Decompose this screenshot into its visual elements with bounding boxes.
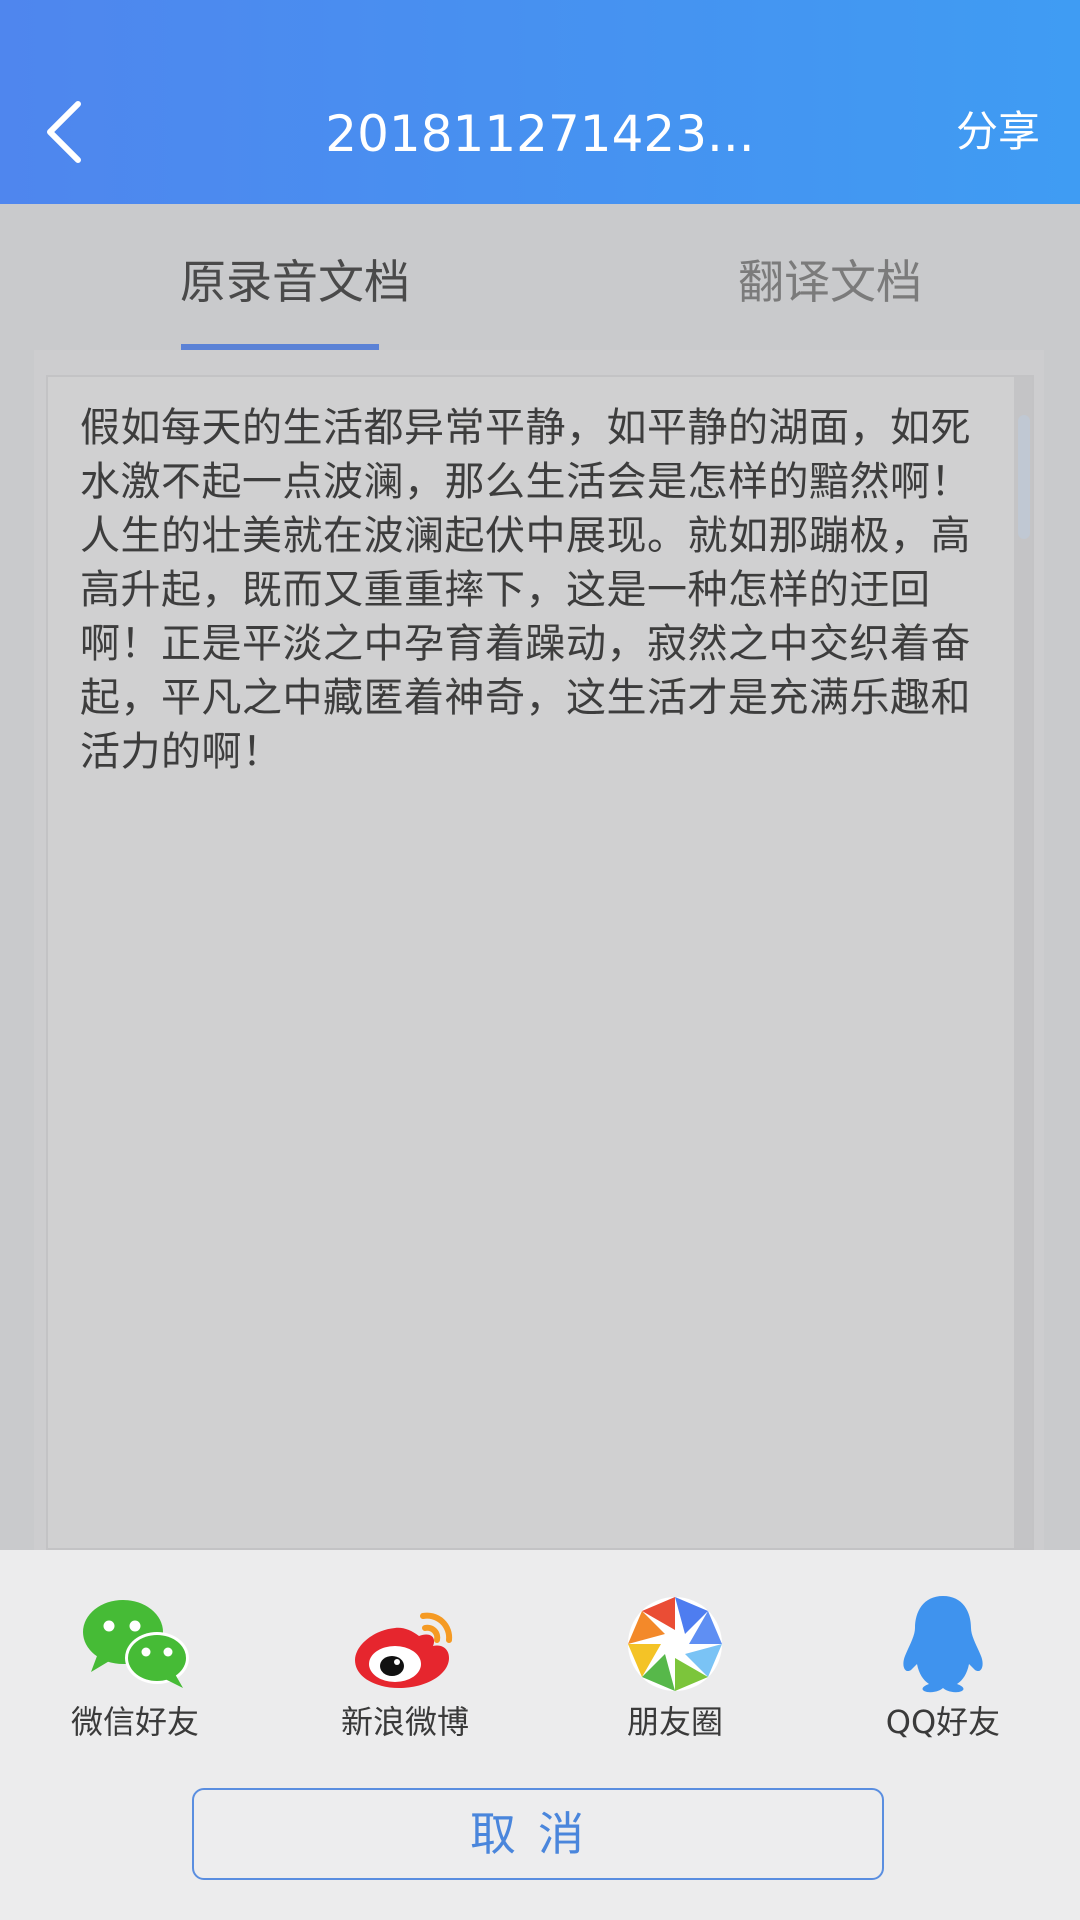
share-qq-friend-button[interactable]: QQ好友 (843, 1594, 1043, 1741)
back-button[interactable] (40, 96, 96, 168)
page-title: 201811271423... (325, 105, 755, 163)
weibo-icon (355, 1612, 453, 1688)
tab-original-document[interactable]: 原录音文档 (180, 250, 410, 314)
share-screen: 201811271423... 分享 原录音文档 翻译文档 假如每天的生活都异常… (0, 0, 1080, 1920)
share-item-label: 新浪微博 (340, 1703, 469, 1741)
share-weibo-button[interactable]: 新浪微博 (305, 1594, 505, 1741)
wechat-icon (83, 1600, 189, 1688)
share-wechat-friend-button[interactable]: 微信好友 (35, 1594, 235, 1741)
share-button[interactable]: 分享 (956, 100, 1040, 164)
qq-icon (903, 1596, 983, 1693)
chevron-left-icon (47, 101, 81, 163)
share-sheet: 微信好友 新浪微博 朋友圈 QQ好友 取消 (0, 1550, 1080, 1920)
share-item-label: 微信好友 (70, 1703, 199, 1741)
tab-translated-document[interactable]: 翻译文档 (738, 250, 922, 314)
document-textarea[interactable]: 假如每天的生活都异常平静，如平静的湖面，如死水激不起一点波澜，那么生活会是怎样的… (46, 375, 1034, 1550)
scrollbar-thumb[interactable] (1018, 415, 1030, 539)
share-item-label: 朋友圈 (626, 1703, 723, 1741)
top-bar: 201811271423... 分享 (0, 0, 1080, 204)
document-panel: 假如每天的生活都异常平静，如平静的湖面，如死水激不起一点波澜，那么生活会是怎样的… (34, 350, 1044, 1550)
cancel-button[interactable]: 取消 (192, 1788, 884, 1880)
document-text: 假如每天的生活都异常平静，如平静的湖面，如死水激不起一点波澜，那么生活会是怎样的… (80, 405, 971, 775)
document-tabs: 原录音文档 翻译文档 (0, 204, 1080, 350)
scrollbar-track[interactable] (1014, 377, 1032, 1548)
moments-icon (628, 1597, 722, 1691)
share-moments-button[interactable]: 朋友圈 (575, 1594, 775, 1741)
share-item-label: QQ好友 (885, 1703, 1001, 1741)
